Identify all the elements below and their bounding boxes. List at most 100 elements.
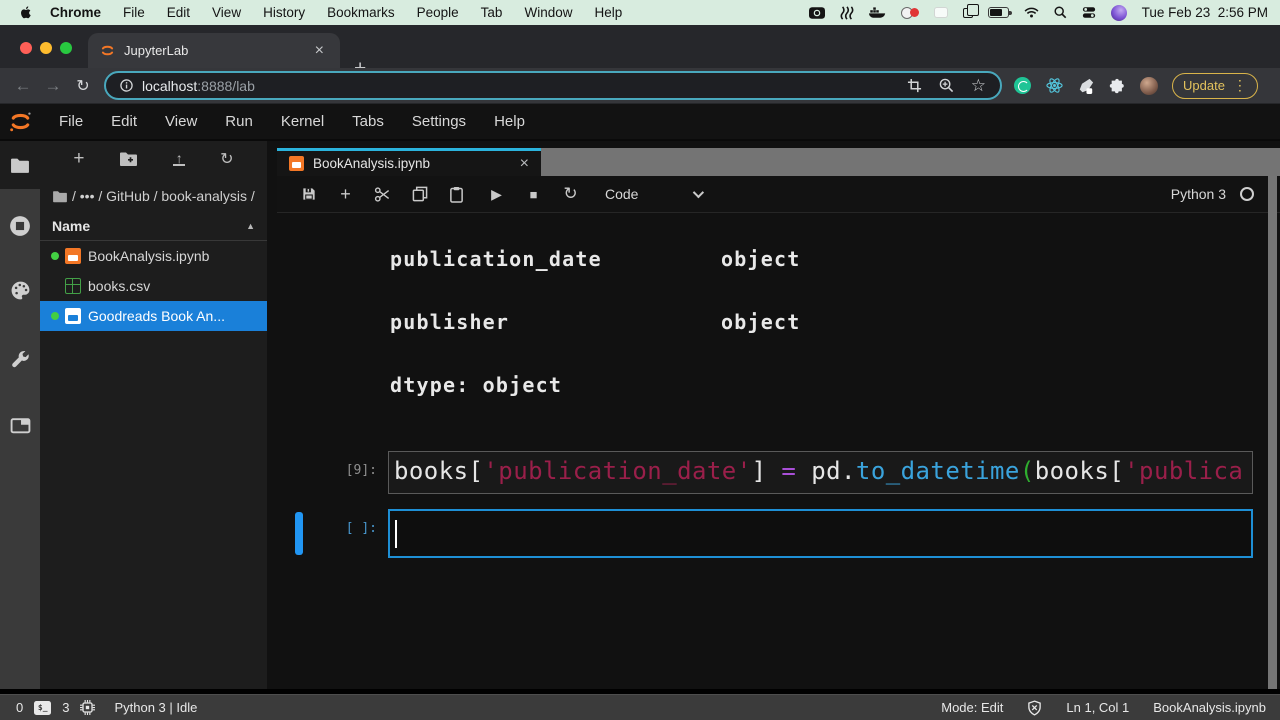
bookmark-star-icon[interactable]: ☆ xyxy=(971,76,986,96)
mac-menu-tab[interactable]: Tab xyxy=(470,5,514,20)
jlab-menu-edit[interactable]: Edit xyxy=(97,113,151,130)
spotlight-icon[interactable] xyxy=(1054,4,1067,22)
jlab-menu-settings[interactable]: Settings xyxy=(398,113,480,130)
mac-menu-file[interactable]: File xyxy=(112,5,156,20)
kernel-chip-icon[interactable] xyxy=(80,700,95,715)
battery-icon[interactable] xyxy=(988,7,1009,18)
mac-menu-bookmarks[interactable]: Bookmarks xyxy=(316,5,406,20)
running-kernels-tab[interactable] xyxy=(9,215,31,237)
kernel-status-text[interactable]: Python 3 | Idle xyxy=(114,700,197,715)
tab-close-icon[interactable]: × xyxy=(311,42,328,60)
trust-shield-icon[interactable] xyxy=(1027,700,1042,716)
interrupt-kernel-button[interactable]: ■ xyxy=(515,187,552,202)
notebook-content[interactable]: publication_date object publisher object… xyxy=(277,213,1280,689)
kernels-count[interactable]: 3 xyxy=(62,700,69,715)
mac-menu-history[interactable]: History xyxy=(252,5,316,20)
menubar-clock[interactable]: Tue Feb 23 2:56 PM xyxy=(1142,5,1268,20)
browser-tab[interactable]: JupyterLab × xyxy=(88,33,340,68)
jlab-menu-tabs[interactable]: Tabs xyxy=(338,113,398,130)
windows-icon[interactable] xyxy=(963,8,973,18)
docker-icon[interactable] xyxy=(869,4,886,22)
refresh-file-list-button[interactable]: ↻ xyxy=(220,149,233,169)
command-mode-indicator[interactable]: Mode: Edit xyxy=(941,700,1003,715)
paste-cells-button[interactable] xyxy=(438,186,475,203)
extensions-puzzle-icon[interactable] xyxy=(1109,78,1125,94)
save-button[interactable] xyxy=(290,186,327,202)
mac-menu-help[interactable]: Help xyxy=(583,5,633,20)
chrome-update-button[interactable]: Update ⋮ xyxy=(1172,73,1258,99)
notebook-tab-close-icon[interactable]: × xyxy=(520,155,529,173)
jlab-menu-file[interactable]: File xyxy=(45,113,97,130)
jlab-menu-run[interactable]: Run xyxy=(211,113,267,130)
pen-tool-extension-icon[interactable] xyxy=(1078,78,1094,94)
mac-menu-edit[interactable]: Edit xyxy=(156,5,201,20)
file-browser-tab[interactable] xyxy=(0,141,40,189)
site-info-icon[interactable] xyxy=(120,79,133,92)
copy-cells-button[interactable] xyxy=(401,186,438,202)
open-tabs-tab[interactable] xyxy=(9,414,31,436)
new-launcher-button[interactable]: + xyxy=(73,148,84,170)
menubar-app-name[interactable]: Chrome xyxy=(39,5,112,20)
code-cell[interactable]: [9]: books['publication_date'] = pd.to_d… xyxy=(277,451,1280,494)
screen-record-icon[interactable] xyxy=(901,6,919,20)
url-text[interactable]: localhost:8888/lab xyxy=(142,78,907,94)
name-column-header[interactable]: Name xyxy=(52,218,90,234)
text-cursor xyxy=(395,520,397,548)
reload-button[interactable]: ↻ xyxy=(68,76,98,96)
upload-button[interactable]: ↑ xyxy=(173,153,185,166)
waves-icon[interactable] xyxy=(840,4,854,22)
kernel-name[interactable]: Python 3 xyxy=(1171,186,1226,202)
jlab-menu-kernel[interactable]: Kernel xyxy=(267,113,338,130)
inactive-app-icon[interactable] xyxy=(934,7,948,18)
window-zoom-button[interactable] xyxy=(60,42,72,54)
vertical-scrollbar[interactable] xyxy=(1268,176,1277,689)
restart-kernel-button[interactable]: ↻ xyxy=(552,184,589,204)
window-minimize-button[interactable] xyxy=(40,42,52,54)
file-item-selected[interactable]: Goodreads Book An... xyxy=(40,301,267,331)
jlab-menu-view[interactable]: View xyxy=(151,113,211,130)
camera-icon[interactable] xyxy=(809,4,825,22)
breadcrumb[interactable]: / ••• / GitHub / book-analysis / xyxy=(40,177,267,213)
active-code-editor[interactable] xyxy=(388,509,1253,558)
active-cell-indicator[interactable] xyxy=(295,512,303,555)
cell-type-dropdown[interactable]: Code xyxy=(605,186,701,202)
jlab-menu-help[interactable]: Help xyxy=(480,113,539,130)
property-inspector-tab[interactable] xyxy=(9,348,31,370)
apple-icon[interactable] xyxy=(14,4,39,22)
file-list-header[interactable]: Name ▲ xyxy=(40,213,267,241)
mac-menu-window[interactable]: Window xyxy=(513,5,583,20)
kernel-status-icon[interactable] xyxy=(1240,187,1254,201)
forward-button[interactable]: → xyxy=(38,76,68,96)
file-item[interactable]: books.csv xyxy=(40,271,267,301)
browser-menu-icon[interactable]: ⋮ xyxy=(1233,77,1247,94)
breadcrumb-path[interactable]: / ••• / GitHub / book-analysis / xyxy=(72,188,255,204)
terminals-count[interactable]: 0 xyxy=(16,700,23,715)
mac-menu-view[interactable]: View xyxy=(201,5,252,20)
commands-tab[interactable] xyxy=(9,279,31,301)
cut-cells-button[interactable] xyxy=(364,186,401,203)
grammarly-extension-icon[interactable] xyxy=(1014,77,1031,94)
profile-avatar[interactable] xyxy=(1140,77,1158,95)
sort-ascending-icon[interactable]: ▲ xyxy=(246,221,255,231)
file-name: BookAnalysis.ipynb xyxy=(88,248,209,264)
window-close-button[interactable] xyxy=(20,42,32,54)
code-editor[interactable]: books['publication_date'] = pd.to_dateti… xyxy=(388,451,1253,494)
react-devtools-icon[interactable] xyxy=(1046,77,1063,94)
back-button[interactable]: ← xyxy=(8,76,38,96)
new-folder-button[interactable] xyxy=(119,151,138,167)
notebook-tab[interactable]: BookAnalysis.ipynb × xyxy=(277,148,541,176)
address-bar[interactable]: localhost:8888/lab ☆ xyxy=(104,71,1002,100)
mac-menu-people[interactable]: People xyxy=(406,5,470,20)
csv-file-icon xyxy=(65,278,81,294)
zoom-icon[interactable] xyxy=(939,78,954,93)
screenshot-icon[interactable] xyxy=(907,78,922,93)
run-cell-button[interactable]: ▶ xyxy=(478,186,515,203)
add-cell-button[interactable]: + xyxy=(327,184,364,205)
control-center-icon[interactable] xyxy=(1082,4,1096,22)
wifi-icon[interactable] xyxy=(1024,4,1039,22)
active-code-cell[interactable]: [ ]: xyxy=(277,509,1280,558)
terminal-icon[interactable]: $_ xyxy=(34,701,51,715)
cursor-position[interactable]: Ln 1, Col 1 xyxy=(1066,700,1129,715)
file-item[interactable]: BookAnalysis.ipynb xyxy=(40,241,267,271)
assistant-icon[interactable] xyxy=(1111,5,1127,21)
